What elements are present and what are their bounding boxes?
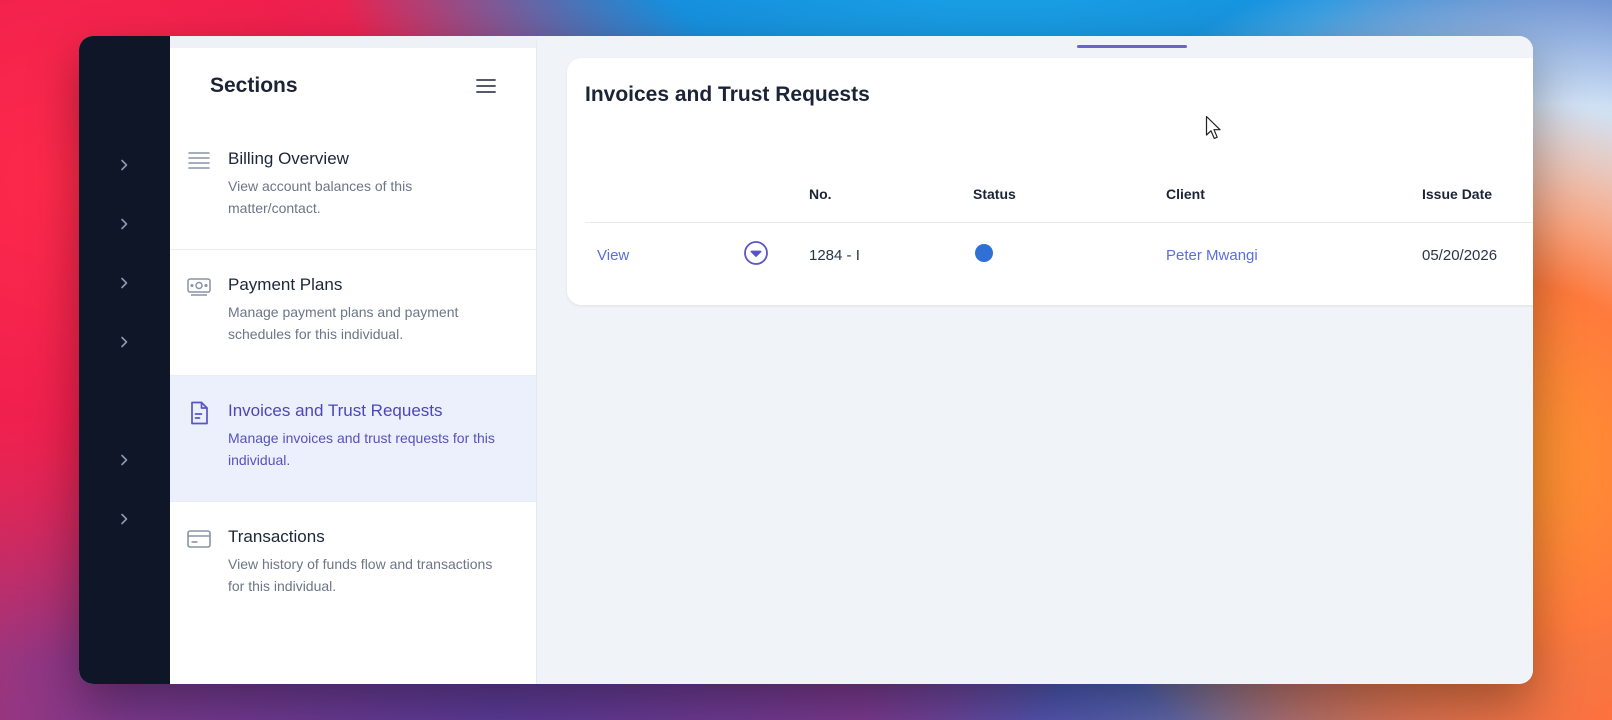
list-icon	[186, 148, 212, 174]
section-description: View history of funds flow and transacti…	[228, 556, 493, 594]
table-header: No. Status Client Issue Date	[585, 166, 1533, 223]
section-title: Billing Overview	[228, 149, 349, 168]
header-client[interactable]: Client	[1166, 186, 1422, 202]
section-description: Manage payment plans and payment schedul…	[228, 304, 459, 342]
chevron-right-icon[interactable]	[117, 158, 131, 172]
header-status[interactable]: Status	[973, 186, 1166, 202]
sections-header: Sections	[170, 48, 536, 124]
document-icon	[186, 400, 212, 426]
chevron-right-icon[interactable]	[117, 217, 131, 231]
left-rail	[79, 36, 170, 684]
chevron-right-icon[interactable]	[117, 276, 131, 290]
section-item-transactions[interactable]: Transactions View history of funds flow …	[170, 502, 536, 628]
mouse-cursor-icon	[1205, 115, 1223, 141]
section-title: Invoices and Trust Requests	[228, 401, 443, 420]
section-title: Transactions	[228, 527, 325, 546]
chevron-right-icon[interactable]	[117, 335, 131, 349]
sections-panel: Sections Billing Overview View account b…	[170, 36, 537, 684]
money-icon	[186, 274, 212, 300]
invoices-table: No. Status Client Issue Date View 1284 -…	[585, 166, 1533, 287]
section-item-billing-overview[interactable]: Billing Overview View account balances o…	[170, 124, 536, 250]
header-no[interactable]: No.	[809, 186, 973, 202]
status-dot	[975, 244, 993, 262]
section-title: Payment Plans	[228, 275, 343, 294]
section-description: View account balances of this matter/con…	[228, 178, 413, 216]
section-item-invoices-and-trust-requests[interactable]: Invoices and Trust Requests Manage invoi…	[170, 376, 536, 502]
section-description: Manage invoices and trust requests for t…	[228, 430, 495, 468]
view-link[interactable]: View	[597, 247, 629, 264]
app-window: Sections Billing Overview View account b…	[79, 36, 1533, 684]
client-link[interactable]: Peter Mwangi	[1166, 247, 1258, 264]
main-content: Invoices and Trust Requests No. Status C…	[537, 36, 1533, 684]
active-tab-indicator	[1077, 45, 1187, 48]
invoice-number: 1284 - I	[809, 246, 860, 264]
chevron-right-icon[interactable]	[117, 512, 131, 526]
section-item-payment-plans[interactable]: Payment Plans Manage payment plans and p…	[170, 250, 536, 376]
chevron-right-icon[interactable]	[117, 453, 131, 467]
sections-title: Sections	[210, 74, 298, 97]
table-row: View 1284 - I Peter Mwangi 05/20/2026	[585, 223, 1533, 287]
invoices-card: Invoices and Trust Requests No. Status C…	[567, 58, 1533, 305]
chevron-down-circle-icon[interactable]	[743, 240, 769, 266]
header-issue-date[interactable]: Issue Date	[1422, 186, 1533, 202]
issue-date: 05/20/2026	[1422, 246, 1498, 264]
hamburger-menu-icon[interactable]	[474, 74, 498, 98]
page-title: Invoices and Trust Requests	[585, 83, 870, 106]
card-icon	[186, 526, 212, 552]
